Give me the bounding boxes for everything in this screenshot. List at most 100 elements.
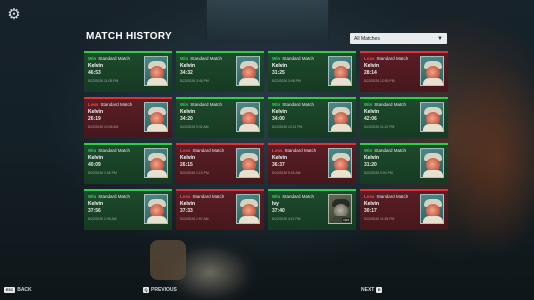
match-card[interactable]: Win Standard Match Kelvin 34:20 5/22/2026 9:… xyxy=(176,97,264,138)
chevron-down-icon: ▼ xyxy=(437,35,443,42)
player-name: Kelvin xyxy=(88,63,104,69)
match-result: Loss xyxy=(88,102,99,107)
match-header: Win Standard Match xyxy=(88,148,130,153)
match-date: 5/22/2026 1:57 AM xyxy=(180,217,209,221)
match-mode: Standard Match xyxy=(190,102,222,107)
match-card[interactable]: Win Standard Match Kelvin 42:06 5/22/2026 11… xyxy=(360,97,448,138)
player-name: Kelvin xyxy=(180,63,196,69)
match-duration: 37:40 xyxy=(272,208,285,214)
match-mode: Standard Match xyxy=(282,56,314,61)
match-date: 5/22/2026 9:32 AM xyxy=(180,125,209,129)
back-label: BACK xyxy=(17,287,32,293)
match-result: Win xyxy=(272,194,281,199)
character-portrait xyxy=(420,194,444,224)
match-duration: 37:33 xyxy=(180,208,193,214)
match-header: Loss Standard Match xyxy=(364,194,408,199)
match-result: Loss xyxy=(180,194,191,199)
match-mode: Standard Match xyxy=(284,148,317,153)
previous-page-button[interactable]: Q PREVIOUS xyxy=(143,287,177,293)
portrait-body xyxy=(239,216,259,223)
match-card[interactable]: Loss Standard Match Kelvin 26:15 5/22/2026 1… xyxy=(176,143,264,184)
match-date: 5/22/2026 1:06 PM xyxy=(88,171,117,175)
match-duration: 26:19 xyxy=(88,116,101,122)
player-name: Kelvin xyxy=(364,63,380,69)
match-duration: 28:14 xyxy=(364,70,377,76)
character-portrait xyxy=(236,102,260,132)
match-date: 5/22/2026 12:50 PM xyxy=(364,79,395,83)
match-date: 5/22/2026 9:02 AM xyxy=(272,171,301,175)
q-key-icon: Q xyxy=(143,287,149,293)
portrait-body xyxy=(331,124,351,131)
match-duration: 34:00 xyxy=(272,116,285,122)
match-card[interactable]: Loss Standard Match Kelvin 37:33 5/22/2026 1… xyxy=(176,189,264,230)
match-result: Loss xyxy=(180,148,191,153)
match-result: Loss xyxy=(364,56,375,61)
player-name: Kelvin xyxy=(180,155,196,161)
match-card[interactable]: Win Standard Match Kelvin 46:53 5/22/2026 11… xyxy=(84,51,172,92)
portrait-body xyxy=(423,216,443,223)
character-portrait xyxy=(328,148,352,178)
character-portrait xyxy=(144,102,168,132)
player-name: Ivy xyxy=(272,201,279,207)
match-card[interactable]: Win Standard Match Kelvin 40:09 5/22/2026 1:… xyxy=(84,143,172,184)
portrait-body xyxy=(331,170,351,177)
match-mode: Standard Match xyxy=(98,56,130,61)
match-date: 5/22/2026 11:05 PM xyxy=(88,79,119,83)
match-result: Win xyxy=(272,56,281,61)
filter-selected-value: All Matches xyxy=(354,35,380,42)
match-duration: 31:20 xyxy=(364,162,377,168)
match-result: Win xyxy=(180,56,189,61)
match-card[interactable]: Win Standard Match Kelvin 34:00 5/22/2026 12… xyxy=(268,97,356,138)
match-date: 5/22/2026 12:11 PM xyxy=(272,125,303,129)
match-header: Win Standard Match xyxy=(272,194,314,199)
match-result: Win xyxy=(180,102,189,107)
portrait-body xyxy=(239,124,259,131)
player-name: Kelvin xyxy=(364,109,380,115)
match-header: Loss Standard Match xyxy=(180,148,224,153)
match-header: Loss Standard Match xyxy=(180,194,224,199)
match-card[interactable]: Win Standard Match Ivy 37:40 5/22/2026 4:11 … xyxy=(268,189,356,230)
match-result: Loss xyxy=(364,194,375,199)
e-key-icon: E xyxy=(376,287,383,293)
match-card[interactable]: Loss Standard Match Kelvin 26:19 5/22/2026 1… xyxy=(84,97,172,138)
background-bag xyxy=(150,240,186,280)
match-header: Win Standard Match xyxy=(88,194,130,199)
player-name: Kelvin xyxy=(88,201,104,207)
portrait-body xyxy=(147,216,167,223)
match-mode: Standard Match xyxy=(192,194,225,199)
match-duration: 37:56 xyxy=(88,208,101,214)
match-duration: 42:06 xyxy=(364,116,377,122)
character-portrait xyxy=(420,56,444,86)
match-mode: Standard Match xyxy=(374,102,406,107)
match-header: Win Standard Match xyxy=(88,56,130,61)
match-date: 5/22/2026 3:46 PM xyxy=(180,79,209,83)
back-button[interactable]: ESC BACK xyxy=(4,287,32,293)
match-card[interactable]: Win Standard Match Kelvin 37:56 5/22/2026 2:… xyxy=(84,189,172,230)
player-name: Kelvin xyxy=(88,109,104,115)
gear-icon: ⚙ xyxy=(7,5,21,23)
match-date: 5/22/2026 9:00 PM xyxy=(364,171,393,175)
match-duration: 46:53 xyxy=(88,70,101,76)
match-card[interactable]: Loss Standard Match Kelvin 28:14 5/22/2026 1… xyxy=(360,51,448,92)
match-filter-dropdown[interactable]: All Matches ▼ xyxy=(350,33,447,44)
portrait-body xyxy=(423,170,443,177)
character-portrait xyxy=(420,148,444,178)
match-date: 5/22/2026 11:12 PM xyxy=(364,125,395,129)
player-name: Kelvin xyxy=(180,201,196,207)
match-card[interactable]: Win Standard Match Kelvin 31:25 5/22/2026 3:… xyxy=(268,51,356,92)
match-mode: Standard Match xyxy=(190,56,222,61)
settings-button[interactable]: ⚙ xyxy=(6,6,22,22)
player-name: Kelvin xyxy=(364,201,380,207)
match-result: Win xyxy=(364,102,373,107)
next-page-button[interactable]: NEXT E xyxy=(361,287,383,293)
match-card[interactable]: Win Standard Match Kelvin 31:20 5/22/2026 9:… xyxy=(360,143,448,184)
page-title: MATCH HISTORY xyxy=(86,31,172,42)
match-card[interactable]: Loss Standard Match Kelvin 36:37 5/22/2026 9… xyxy=(268,143,356,184)
match-mode: Standard Match xyxy=(374,148,406,153)
match-grid: Win Standard Match Kelvin 46:53 5/22/2026 11… xyxy=(84,51,448,233)
match-card[interactable]: Loss Standard Match Kelvin 30:17 5/22/2026 1… xyxy=(360,189,448,230)
match-result: Win xyxy=(364,148,373,153)
match-header: Win Standard Match xyxy=(364,148,406,153)
match-card[interactable]: Win Standard Match Kelvin 34:32 5/22/2026 3:… xyxy=(176,51,264,92)
character-portrait xyxy=(144,56,168,86)
